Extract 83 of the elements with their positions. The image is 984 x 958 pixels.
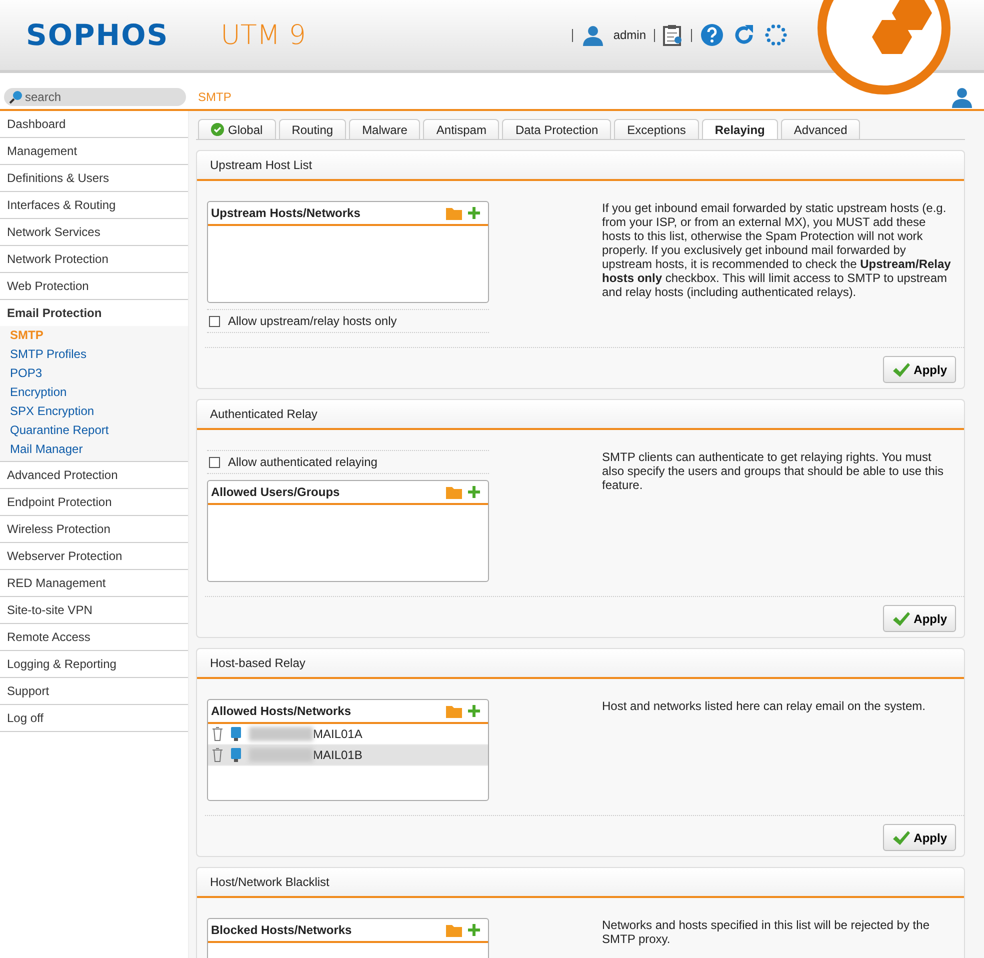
product-name: UTM 9: [220, 20, 306, 50]
tab[interactable]: Advanced: [780, 119, 860, 139]
sidebar-subitem[interactable]: POP3: [0, 364, 188, 383]
list-title: Blocked Hosts/Networks: [211, 923, 353, 937]
checkbox[interactable]: [209, 456, 220, 468]
sidebar-item[interactable]: Network Protection: [0, 246, 188, 273]
sidebar-item[interactable]: Email Protection: [0, 300, 188, 326]
sidebar-subitem[interactable]: Encryption: [0, 383, 188, 402]
list-title: Allowed Hosts/Networks: [211, 704, 352, 718]
user-profile-icon[interactable]: [950, 86, 974, 108]
folder-icon[interactable]: [446, 206, 462, 220]
sidebar-item[interactable]: Web Protection: [0, 273, 188, 300]
user-name[interactable]: admin: [613, 28, 646, 42]
blurred-text: [249, 748, 313, 762]
checkmark-icon: [892, 830, 910, 846]
host-icon: [231, 727, 241, 741]
blurred-text: [249, 727, 313, 741]
list-title: Allowed Users/Groups: [211, 485, 341, 499]
clipboard-icon[interactable]: [663, 24, 683, 46]
sidebar-item[interactable]: Management: [0, 138, 188, 165]
help-text: Host and networks listed here can relay email on the system.: [602, 699, 926, 715]
list-row[interactable]: MAIL01B: [208, 745, 488, 766]
checkbox[interactable]: [209, 316, 220, 326]
checkmark-icon: [892, 610, 910, 626]
sidebar-item[interactable]: Advanced Protection: [0, 462, 188, 489]
sidebar-item[interactable]: Log off: [0, 705, 188, 732]
tab[interactable]: Antispam: [423, 119, 500, 139]
spinner-icon: [764, 23, 788, 47]
sidebar-item[interactable]: Endpoint Protection: [0, 489, 188, 516]
sidebar-item[interactable]: Network Services: [0, 219, 188, 246]
list-title: Upstream Hosts/Networks: [211, 206, 362, 220]
section-title: Authenticated Relay: [197, 400, 964, 430]
host-icon: [231, 748, 241, 762]
apply-button[interactable]: Apply: [882, 356, 956, 383]
host-name: MAIL01A: [313, 727, 362, 741]
sidebar-subitem[interactable]: Mail Manager: [0, 440, 188, 459]
refresh-icon[interactable]: [732, 23, 756, 47]
trash-icon[interactable]: [212, 727, 223, 741]
section-title: Host/Network Blacklist: [197, 868, 964, 898]
sidebar-subitem[interactable]: SMTP Profiles: [0, 345, 188, 364]
add-icon[interactable]: [468, 486, 480, 498]
sidebar-item[interactable]: Remote Access: [0, 624, 188, 651]
sidebar-item[interactable]: Wireless Protection: [0, 516, 188, 543]
help-text: SMTP clients can authenticate to get relaying rights. You must also specify the users and groups that should be able to use this feature.: [602, 450, 945, 494]
sidebar-item[interactable]: Interfaces & Routing: [0, 192, 188, 219]
add-icon[interactable]: [468, 207, 480, 219]
section-title: Upstream Host List: [197, 151, 964, 181]
host-name: MAIL01B: [313, 748, 362, 762]
checkbox-label: Allow authenticated relaying: [228, 455, 378, 469]
section-title: Host-based Relay: [197, 649, 964, 679]
apply-button[interactable]: Apply: [882, 824, 956, 851]
tab[interactable]: Exceptions: [614, 119, 699, 139]
checkbox-label: Allow upstream/relay hosts only: [228, 314, 397, 328]
sidebar-item[interactable]: Dashboard: [0, 111, 188, 138]
sidebar-item[interactable]: Support: [0, 678, 188, 705]
breadcrumb: SMTP: [198, 90, 232, 104]
apply-button[interactable]: Apply: [882, 605, 956, 632]
help-text: Networks and hosts specified in this list will be rejected by the SMTP proxy.: [602, 918, 930, 948]
tab[interactable]: Relaying: [702, 119, 778, 139]
sidebar-subitem[interactable]: SPX Encryption: [0, 402, 188, 421]
brand-logo: SOPHOS: [26, 18, 169, 52]
add-icon[interactable]: [468, 705, 480, 717]
tab[interactable]: Routing: [278, 119, 346, 139]
user-icon[interactable]: [581, 24, 606, 46]
sidebar-subitem[interactable]: Quarantine Report: [0, 421, 188, 440]
folder-icon[interactable]: [446, 704, 462, 718]
folder-icon[interactable]: [446, 924, 462, 936]
sidebar-item[interactable]: Definitions & Users: [0, 165, 188, 192]
tab[interactable]: Global: [198, 119, 276, 139]
sidebar-item[interactable]: RED Management: [0, 570, 188, 597]
add-icon[interactable]: [468, 924, 480, 936]
checkmark-icon: [892, 362, 910, 378]
folder-icon[interactable]: [446, 486, 462, 498]
search-icon: [9, 90, 23, 104]
help-text: If you get inbound email forwarded by static upstream hosts (e.g. from your ISP, or from an external MX), you MUST add these hosts to this list, otherwise the Spam Protection will not work properly. If you exclusively get inbound mail forwarded by upstream hosts, it is recommended to check the Upstream/Relay hosts only checkbox. This will limit access to SMTP to upstream and relay hosts (including authenticated relays).: [602, 201, 952, 301]
tab[interactable]: Data Protection: [502, 119, 612, 139]
sidebar-item[interactable]: Site-to-site VPN: [0, 597, 188, 624]
trash-icon[interactable]: [212, 748, 223, 762]
search-field[interactable]: search: [4, 88, 186, 106]
sidebar-item[interactable]: Logging & Reporting: [0, 651, 188, 678]
tab[interactable]: Malware: [349, 119, 420, 139]
help-icon[interactable]: [700, 23, 724, 47]
sidebar-item[interactable]: Webserver Protection: [0, 543, 188, 570]
